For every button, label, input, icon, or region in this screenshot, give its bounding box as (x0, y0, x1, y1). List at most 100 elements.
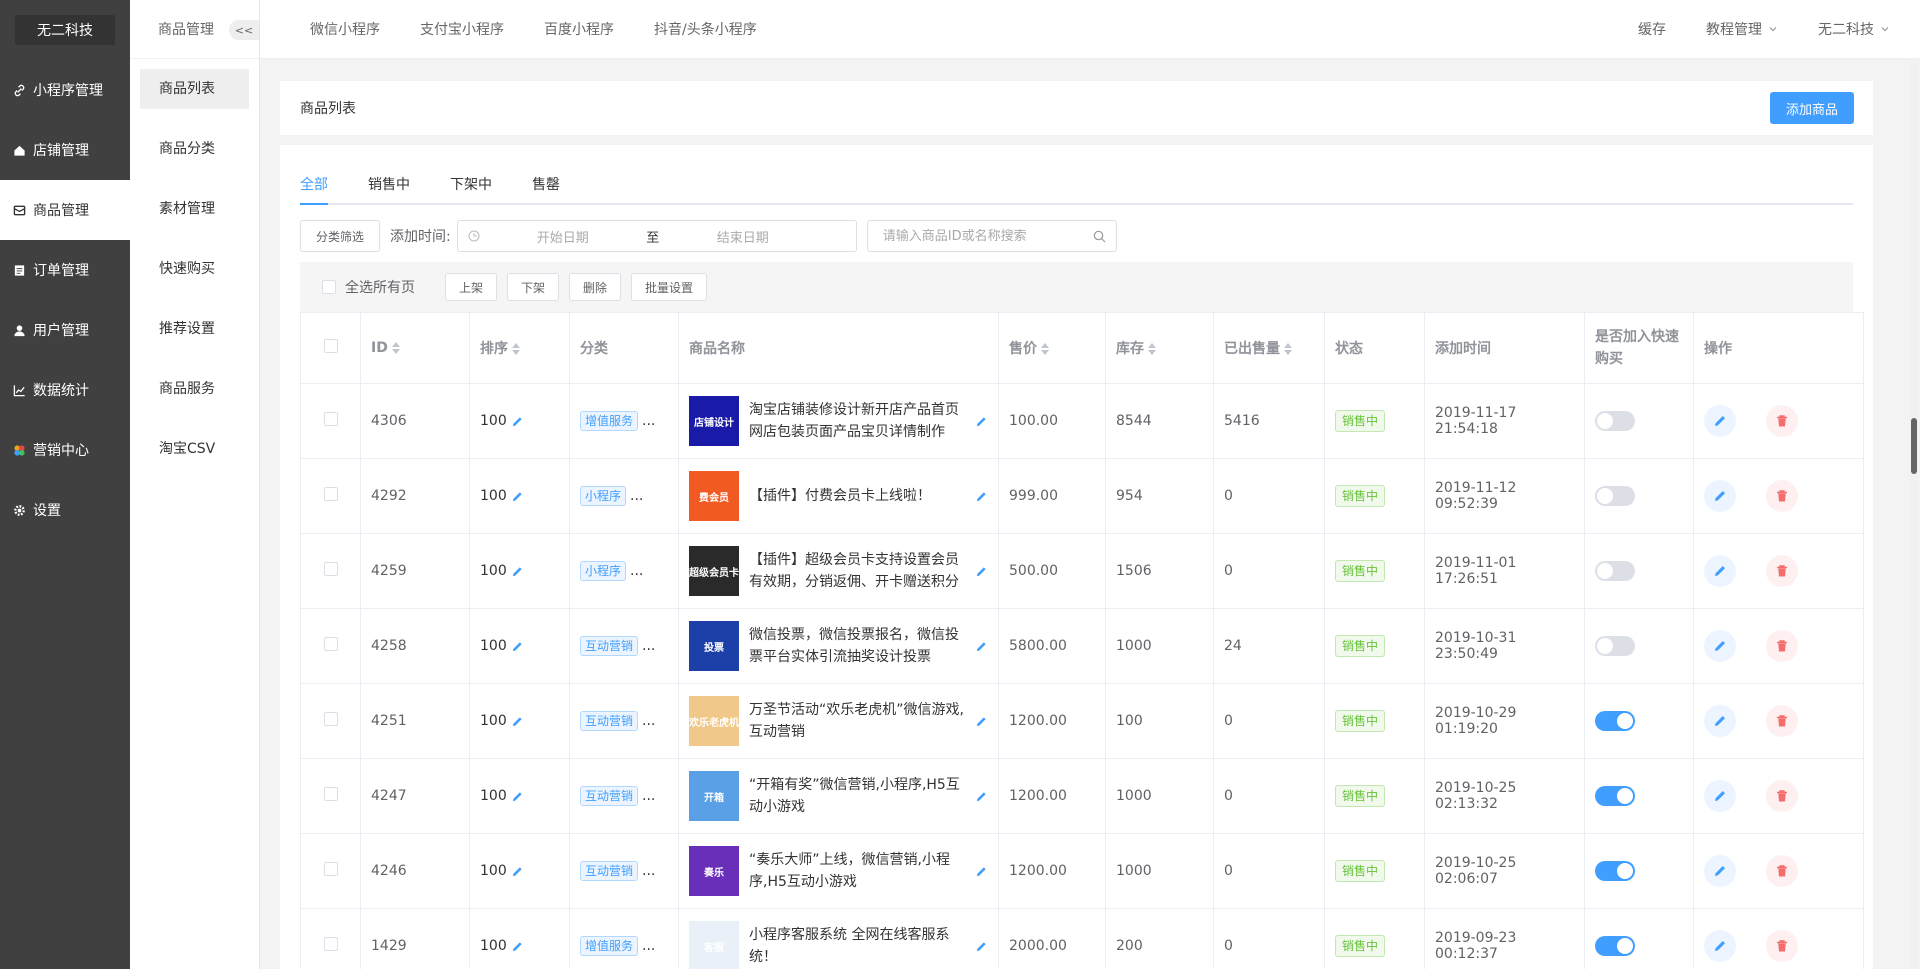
pencil-icon[interactable] (511, 940, 524, 953)
scrollbar-thumb[interactable] (1911, 418, 1917, 474)
header-checkbox[interactable] (323, 339, 338, 353)
edit-button[interactable] (1704, 705, 1736, 737)
quick-buy-toggle[interactable] (1595, 711, 1635, 731)
edit-button[interactable] (1704, 780, 1736, 812)
search-icon[interactable] (1093, 230, 1106, 243)
pencil-icon[interactable] (511, 640, 524, 653)
quick-buy-toggle[interactable] (1595, 486, 1635, 506)
search-input[interactable] (882, 228, 1093, 244)
delete-button[interactable]: 删除 (569, 273, 622, 301)
quick-buy-toggle[interactable] (1595, 936, 1635, 956)
row-checkbox[interactable] (323, 487, 338, 501)
status-tab-0[interactable]: 全部 (300, 165, 328, 205)
quick-buy-toggle[interactable] (1595, 786, 1635, 806)
delete-row-button[interactable] (1766, 630, 1798, 662)
sidebar-item-3[interactable]: 订单管理 (0, 240, 130, 300)
date-range-picker[interactable]: 开始日期 至 结束日期 (456, 220, 857, 252)
sort-icon[interactable] (512, 343, 520, 355)
category-more[interactable]: ... (642, 863, 655, 879)
category-more[interactable]: ... (642, 413, 655, 429)
status-tab-2[interactable]: 下架中 (450, 165, 492, 203)
quick-buy-toggle[interactable] (1595, 411, 1635, 431)
delete-row-button[interactable] (1766, 855, 1798, 887)
collapse-button[interactable]: << (229, 20, 259, 40)
platform-tab-0[interactable]: 微信小程序 (310, 19, 380, 39)
platform-tab-3[interactable]: 抖音/头条小程序 (654, 19, 757, 39)
pencil-icon[interactable] (511, 715, 524, 728)
sidebar-item-2[interactable]: 商品管理 (0, 180, 130, 240)
status-tab-1[interactable]: 销售中 (368, 165, 410, 203)
sort-icon[interactable] (391, 342, 400, 354)
row-checkbox[interactable] (323, 712, 338, 726)
off-shelf-button[interactable]: 下架 (507, 273, 560, 301)
delete-row-button[interactable] (1766, 555, 1798, 587)
sidebar-item-0[interactable]: 小程序管理 (0, 60, 130, 120)
tutorial-menu[interactable]: 教程管理 (1706, 19, 1778, 39)
category-more[interactable]: ... (642, 788, 655, 804)
row-checkbox[interactable] (323, 637, 338, 651)
subnav-item-3[interactable]: 快速购买 (140, 249, 249, 289)
pencil-icon[interactable] (511, 790, 524, 803)
subnav-item-6[interactable]: 淘宝CSV (140, 429, 249, 469)
pencil-icon[interactable] (975, 865, 988, 878)
row-checkbox[interactable] (323, 562, 338, 576)
sidebar-item-6[interactable]: 营销中心 (0, 420, 130, 480)
sidebar-item-4[interactable]: 用户管理 (0, 300, 130, 360)
pencil-icon[interactable] (975, 490, 988, 503)
sidebar-item-1[interactable]: 店铺管理 (0, 120, 130, 180)
category-more[interactable]: ... (630, 563, 643, 579)
row-checkbox[interactable] (323, 937, 338, 951)
subnav-item-2[interactable]: 素材管理 (140, 189, 249, 229)
select-all-checkbox[interactable] (322, 280, 336, 294)
edit-button[interactable] (1704, 480, 1736, 512)
header-sold[interactable]: 已出售量 (1213, 312, 1325, 384)
add-product-button[interactable]: 添加商品 (1769, 92, 1854, 124)
row-checkbox[interactable] (323, 862, 338, 876)
quick-buy-toggle[interactable] (1595, 561, 1635, 581)
quick-buy-toggle[interactable] (1595, 636, 1635, 656)
brand-logo[interactable]: 无二科技 (15, 15, 115, 45)
sidebar-item-7[interactable]: 设置 (0, 480, 130, 540)
start-date-input[interactable]: 开始日期 (488, 227, 638, 246)
category-more[interactable]: ... (642, 638, 655, 654)
delete-row-button[interactable] (1766, 705, 1798, 737)
sidebar-item-5[interactable]: 数据统计 (0, 360, 130, 420)
pencil-icon[interactable] (975, 715, 988, 728)
row-checkbox[interactable] (323, 412, 338, 426)
quick-buy-toggle[interactable] (1595, 861, 1635, 881)
delete-row-button[interactable] (1766, 930, 1798, 962)
header-id[interactable]: ID (360, 312, 470, 384)
header-price[interactable]: 售价 (998, 312, 1106, 384)
pencil-icon[interactable] (511, 565, 524, 578)
edit-button[interactable] (1704, 630, 1736, 662)
category-filter-button[interactable]: 分类筛选 (300, 220, 381, 252)
pencil-icon[interactable] (975, 640, 988, 653)
account-menu[interactable]: 无二科技 (1818, 19, 1890, 39)
category-more[interactable]: ... (630, 488, 643, 504)
platform-tab-2[interactable]: 百度小程序 (544, 19, 614, 39)
end-date-input[interactable]: 结束日期 (668, 227, 818, 246)
subnav-item-0[interactable]: 商品列表 (140, 69, 249, 109)
status-tab-3[interactable]: 售罄 (532, 165, 560, 203)
platform-tab-1[interactable]: 支付宝小程序 (420, 19, 504, 39)
pencil-icon[interactable] (975, 940, 988, 953)
pencil-icon[interactable] (975, 565, 988, 578)
pencil-icon[interactable] (975, 415, 988, 428)
delete-row-button[interactable] (1766, 405, 1798, 437)
header-sort[interactable]: 排序 (469, 312, 570, 384)
edit-button[interactable] (1704, 405, 1736, 437)
edit-button[interactable] (1704, 555, 1736, 587)
cache-link[interactable]: 缓存 (1638, 19, 1666, 39)
delete-row-button[interactable] (1766, 780, 1798, 812)
batch-settings-button[interactable]: 批量设置 (631, 273, 708, 301)
subnav-item-4[interactable]: 推荐设置 (140, 309, 249, 349)
pencil-icon[interactable] (511, 865, 524, 878)
category-more[interactable]: ... (642, 938, 655, 954)
edit-button[interactable] (1704, 930, 1736, 962)
pencil-icon[interactable] (511, 415, 524, 428)
edit-button[interactable] (1704, 855, 1736, 887)
subnav-item-1[interactable]: 商品分类 (140, 129, 249, 169)
sort-icon[interactable] (1041, 343, 1049, 355)
pencil-icon[interactable] (975, 790, 988, 803)
sort-icon[interactable] (1148, 343, 1156, 355)
